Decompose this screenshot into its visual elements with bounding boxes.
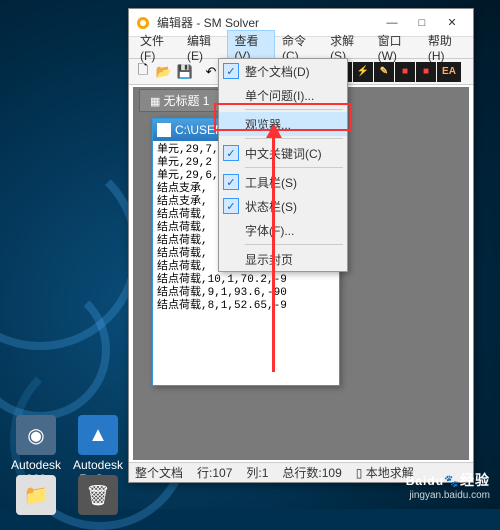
separator xyxy=(245,109,343,110)
menu-cover[interactable]: 显示封页 xyxy=(219,247,347,271)
check-icon: ✓ xyxy=(223,63,239,79)
check-icon: ✓ xyxy=(223,145,239,161)
tool-icon[interactable]: ■ xyxy=(416,62,436,82)
status-line: 行:107 xyxy=(197,464,232,481)
menu-font[interactable]: 字体(F)... xyxy=(219,218,347,242)
save-icon[interactable]: 💾 xyxy=(175,62,195,82)
menu-chinese-keywords[interactable]: ✓中文关键词(C) xyxy=(219,141,347,165)
view-dropdown: ✓整个文档(D) 单个问题(I)... 观览器... ✓中文关键词(C) ✓工具… xyxy=(218,58,348,272)
separator xyxy=(196,62,200,82)
menu-statusbar[interactable]: ✓状态栏(S) xyxy=(219,194,347,218)
document-tab[interactable]: ▦ 无标题 1 xyxy=(139,89,220,112)
check-icon: ✓ xyxy=(223,174,239,190)
menu-window[interactable]: 窗口(W) xyxy=(371,30,421,65)
menubar: 文件(F) 编辑(E) 查看(V) 命令(C) 求解(S) 窗口(W) 帮助(H… xyxy=(129,37,473,59)
app-icon xyxy=(135,15,151,31)
menu-viewer[interactable]: 观览器... xyxy=(219,112,347,136)
folder-icon: 📁 xyxy=(16,475,56,515)
tool-icon[interactable]: ■ xyxy=(395,62,415,82)
tool-icon[interactable]: ✎ xyxy=(374,62,394,82)
status-total: 总行数:109 xyxy=(282,464,341,481)
window-title: 编辑器 - SM Solver xyxy=(157,14,377,31)
doc-icon xyxy=(157,123,171,137)
desktop-icon-folder[interactable]: 📁 xyxy=(8,475,64,518)
recap-icon: ▲ xyxy=(78,415,118,455)
status-scope: 整个文档 xyxy=(135,464,183,481)
tool-icon[interactable]: EA xyxy=(437,62,461,82)
menu-help[interactable]: 帮助(H) xyxy=(421,30,469,65)
desktop-icon-recycle[interactable]: 🗑 xyxy=(70,475,126,518)
new-icon[interactable]: 🗋 xyxy=(133,62,153,82)
watermark: Baidu🐾经验 jingyan.baidu.com xyxy=(406,469,490,501)
recycle-icon: 🗑 xyxy=(78,475,118,515)
status-col: 列:1 xyxy=(246,464,268,481)
menu-whole-doc[interactable]: ✓整个文档(D) xyxy=(219,59,347,83)
separator xyxy=(245,138,343,139)
cloud-icon: ◉ xyxy=(16,415,56,455)
tool-icon[interactable]: ⚡ xyxy=(353,62,373,82)
menu-single-problem[interactable]: 单个问题(I)... xyxy=(219,83,347,107)
separator xyxy=(245,167,343,168)
menu-toolbar[interactable]: ✓工具栏(S) xyxy=(219,170,347,194)
open-icon[interactable]: 📂 xyxy=(154,62,174,82)
check-icon: ✓ xyxy=(223,198,239,214)
separator xyxy=(245,244,343,245)
